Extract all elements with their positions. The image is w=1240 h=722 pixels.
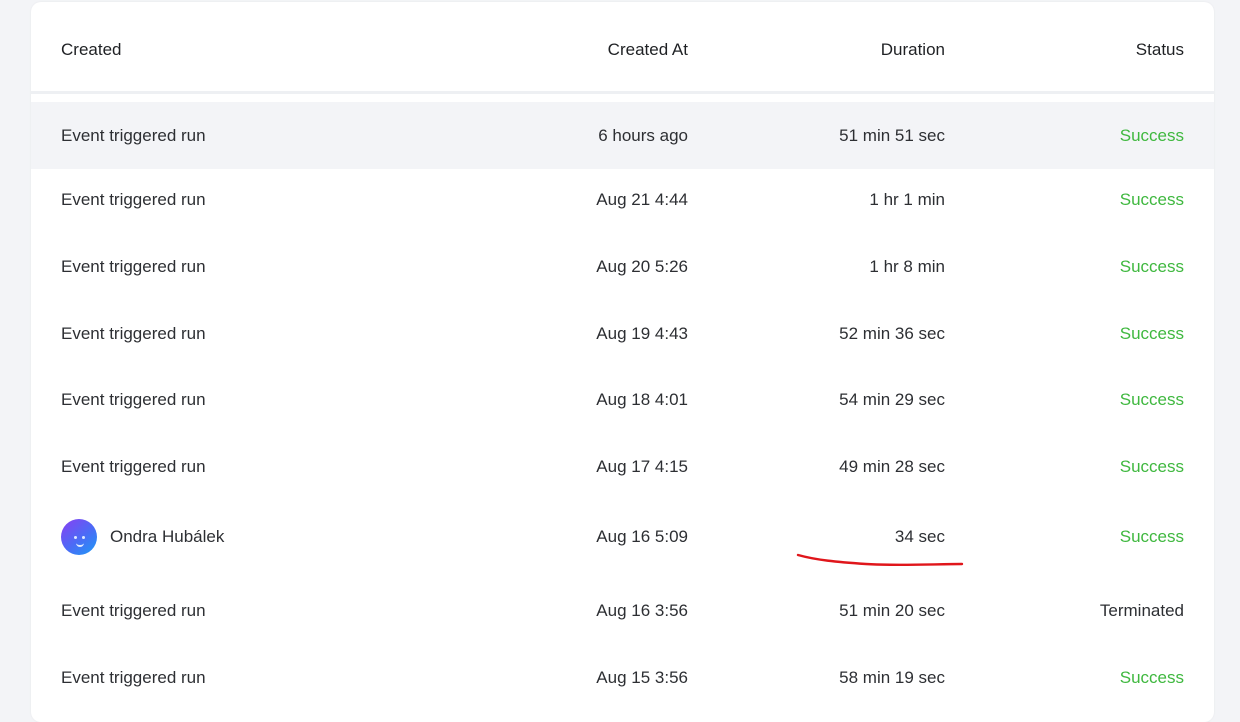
row-created-at: Aug 18 4:01: [596, 389, 688, 409]
row-created: Event triggered run: [61, 389, 206, 409]
header-created[interactable]: Created: [61, 40, 121, 60]
runs-table: Created Created At Duration Status Event…: [31, 2, 1214, 722]
row-created: Event triggered run: [61, 189, 206, 209]
status-badge: Success: [1119, 256, 1184, 276]
table-row[interactable]: Event triggered run Aug 17 4:15 49 min 2…: [31, 433, 1214, 500]
status-badge: Success: [1119, 389, 1184, 409]
row-duration: 58 min 19 sec: [839, 667, 945, 687]
row-created: Event triggered run: [61, 600, 206, 620]
status-badge: Success: [1119, 456, 1184, 476]
row-duration: 49 min 28 sec: [839, 456, 945, 476]
row-created-at: Aug 16 3:56: [596, 600, 688, 620]
table-row[interactable]: Event triggered run Aug 19 4:43 52 min 3…: [31, 300, 1214, 367]
row-created-at: Aug 20 5:26: [596, 256, 688, 276]
header-status[interactable]: Status: [1136, 40, 1184, 60]
table-row[interactable]: Ondra Hubálek Aug 16 5:09 34 sec Success: [31, 498, 1214, 576]
table-header: Created Created At Duration Status: [31, 2, 1214, 94]
row-created-at: Aug 16 5:09: [596, 527, 688, 546]
table-row[interactable]: Event triggered run Aug 20 5:26 1 hr 8 m…: [31, 233, 1214, 300]
row-created-at: 6 hours ago: [598, 125, 688, 145]
status-badge: Success: [1119, 125, 1184, 145]
status-badge: Success: [1119, 667, 1184, 687]
row-created: Event triggered run: [61, 125, 206, 145]
table-row[interactable]: Event triggered run Aug 18 4:01 54 min 2…: [31, 366, 1214, 433]
row-duration: 54 min 29 sec: [839, 389, 945, 409]
row-duration: 51 min 20 sec: [839, 600, 945, 620]
row-created: Event triggered run: [61, 256, 206, 276]
row-created-at: Aug 19 4:43: [596, 323, 688, 343]
table-row[interactable]: Event triggered run Aug 16 3:56 51 min 2…: [31, 577, 1214, 644]
table-row[interactable]: Event triggered run 6 hours ago 51 min 5…: [31, 102, 1214, 169]
row-created-user[interactable]: Ondra Hubálek: [110, 527, 224, 547]
row-duration: 1 hr 1 min: [869, 189, 945, 209]
row-created-at: Aug 15 3:56: [596, 667, 688, 687]
row-duration: 1 hr 8 min: [869, 256, 945, 276]
header-created-at[interactable]: Created At: [608, 40, 688, 60]
status-badge: Success: [1119, 527, 1184, 546]
header-duration[interactable]: Duration: [881, 40, 945, 60]
user-avatar-icon: [61, 519, 97, 555]
row-created: Event triggered run: [61, 667, 206, 687]
status-badge: Terminated: [1099, 600, 1184, 620]
status-badge: Success: [1119, 189, 1184, 209]
row-created: Event triggered run: [61, 456, 206, 476]
row-duration: 34 sec: [894, 527, 945, 546]
table-row[interactable]: Event triggered run Aug 15 3:56 58 min 1…: [31, 644, 1214, 711]
row-created: Event triggered run: [61, 323, 206, 343]
row-duration: 52 min 36 sec: [839, 323, 945, 343]
status-badge: Success: [1119, 323, 1184, 343]
row-duration: 51 min 51 sec: [839, 125, 945, 145]
row-created-at: Aug 17 4:15: [596, 456, 688, 476]
row-created-at: Aug 21 4:44: [596, 189, 688, 209]
table-row[interactable]: Event triggered run Aug 21 4:44 1 hr 1 m…: [31, 166, 1214, 233]
